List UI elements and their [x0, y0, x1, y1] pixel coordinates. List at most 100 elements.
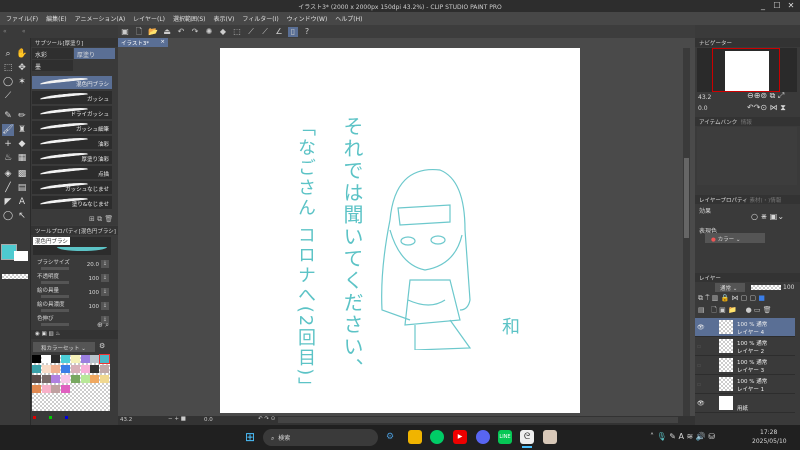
- property-slider[interactable]: [41, 295, 69, 298]
- tool-property-row[interactable]: 絵の具濃度 100 ⤓: [37, 300, 109, 313]
- close-button[interactable]: ✕: [786, 1, 796, 10]
- clip-studio-icon[interactable]: ᘓ: [520, 430, 534, 444]
- pencil-tool-icon[interactable]: ✏: [16, 110, 28, 122]
- youtube-icon[interactable]: ▶: [453, 430, 467, 444]
- color-panel-tabs[interactable]: ◉ ▣ ▥ ♨: [31, 330, 118, 339]
- lasso-tool-icon[interactable]: ◯: [2, 76, 14, 88]
- snap-grid-icon[interactable]: ∠: [274, 27, 284, 37]
- taskbar-search[interactable]: ⌕ 検索: [263, 429, 378, 446]
- color-set-settings-icon[interactable]: ⚙: [99, 342, 105, 350]
- edge-icon[interactable]: [430, 430, 444, 444]
- color-swatch[interactable]: [70, 355, 80, 363]
- color-swatch[interactable]: [98, 354, 110, 364]
- navigator-preview[interactable]: [697, 48, 797, 92]
- fill-icon[interactable]: ◆: [218, 27, 228, 37]
- visibility-toggle[interactable]: ▫: [697, 343, 701, 350]
- blend-tool-icon[interactable]: ♨: [2, 152, 14, 164]
- decoration-tool-icon[interactable]: +: [2, 138, 14, 150]
- color-swatch[interactable]: [61, 385, 71, 393]
- clear-selection-icon[interactable]: ✺: [204, 27, 214, 37]
- visibility-toggle[interactable]: ▫: [697, 362, 701, 369]
- minimize-button[interactable]: _: [758, 1, 768, 10]
- property-value[interactable]: 100: [89, 290, 100, 296]
- taskbar-date[interactable]: 2025/05/10: [752, 438, 787, 445]
- help-icon[interactable]: ?: [302, 27, 312, 37]
- brush-item[interactable]: 混色円ブラシ: [32, 76, 112, 90]
- property-value[interactable]: 100: [89, 276, 100, 282]
- color-swatch[interactable]: [51, 365, 61, 373]
- menu-help[interactable]: ヘルプ(H): [335, 14, 362, 23]
- layer-name[interactable]: レイヤー 4: [737, 328, 764, 336]
- layer-opacity-slider[interactable]: [751, 285, 781, 290]
- menu-edit[interactable]: 編集(E): [46, 14, 66, 23]
- brush-item[interactable]: 点描: [32, 166, 112, 180]
- app-icon[interactable]: ▣: [120, 27, 130, 37]
- color-swatch[interactable]: [61, 375, 71, 383]
- discord-icon[interactable]: [476, 430, 490, 444]
- pressure-icon[interactable]: ⤓: [101, 302, 109, 310]
- pressure-icon[interactable]: ⤓: [101, 274, 109, 282]
- property-slider[interactable]: [41, 309, 69, 312]
- brush-item[interactable]: 油彩: [32, 136, 112, 150]
- color-swatch[interactable]: [70, 375, 80, 383]
- layer-row[interactable]: 👁 100 % 通常 レイヤー 4: [695, 318, 795, 337]
- transform-icon[interactable]: ⬚: [232, 27, 242, 37]
- balloon-tool-icon[interactable]: ◯: [2, 210, 14, 222]
- undo-icon[interactable]: ↶: [176, 27, 186, 37]
- status-zoom-controls[interactable]: − + ■: [168, 416, 186, 422]
- color-swatch[interactable]: [51, 355, 61, 363]
- blend-mode-dropdown[interactable]: 通常 ⌄: [715, 283, 745, 292]
- color-swatch[interactable]: [80, 375, 90, 383]
- layer-name[interactable]: レイヤー 1: [737, 385, 764, 393]
- color-swatch[interactable]: [61, 365, 71, 373]
- color-swatch[interactable]: [80, 355, 90, 363]
- color-swatch[interactable]: [41, 375, 51, 383]
- drawing-canvas[interactable]: それでは聞いてください、 「なごさん コロナへ(2回目)」 和: [220, 48, 580, 413]
- taskbar-time[interactable]: 17:28: [760, 429, 777, 436]
- menu-filter[interactable]: フィルター(I): [242, 14, 278, 23]
- ruler-tool-icon[interactable]: ▤: [16, 182, 28, 194]
- layer-actions-row[interactable]: ▤ 🗋 ▣ 📁 ● ▭ 🗑: [698, 306, 772, 317]
- pen-tool-icon[interactable]: ✎: [2, 110, 14, 122]
- pressure-icon[interactable]: ⤓: [101, 260, 109, 268]
- canvas-horizontal-scrollbar[interactable]: [278, 417, 678, 423]
- color-swatch[interactable]: [51, 385, 61, 393]
- line-icon[interactable]: LINE: [498, 430, 512, 444]
- color-swatch[interactable]: [90, 355, 100, 363]
- color-swatch[interactable]: [41, 385, 51, 393]
- tray-icons[interactable]: ˄ 🎙 ✎ A ≋ 🔊 ⛁: [650, 432, 715, 441]
- layer-name[interactable]: レイヤー 2: [737, 347, 764, 355]
- color-swatch[interactable]: [41, 355, 51, 363]
- navigator-rotate-buttons[interactable]: ↶↷⊙ ⋈ ⧗: [747, 103, 786, 113]
- color-swatch[interactable]: [61, 355, 71, 363]
- settings-icon[interactable]: ⚙: [383, 430, 397, 444]
- tool-property-row[interactable]: ブラシサイズ 20.0 ⤓: [37, 258, 109, 271]
- navigator-zoom-value[interactable]: 43.2: [698, 94, 711, 101]
- snap-ruler-icon[interactable]: ⟋: [246, 27, 256, 37]
- color-swatch[interactable]: [32, 375, 41, 383]
- tool-property-row[interactable]: 絵の具量 100 ⤓: [37, 286, 109, 299]
- menu-selection[interactable]: 選択範囲(S): [173, 14, 206, 23]
- status-rotate-controls[interactable]: ↶ ↷ ⊙: [258, 416, 275, 422]
- airbrush-tool-icon[interactable]: ♜: [16, 124, 28, 136]
- brush-item[interactable]: 厚塗り油彩: [32, 151, 112, 165]
- brush-item[interactable]: 塗り&なじませ: [32, 196, 112, 210]
- color-swatch[interactable]: [32, 355, 41, 363]
- property-slider[interactable]: [41, 281, 69, 284]
- status-rotation[interactable]: 0.0: [204, 417, 213, 423]
- layer-name[interactable]: レイヤー 3: [737, 366, 764, 374]
- color-swatch[interactable]: [99, 365, 109, 373]
- left-panel-collapse-bar[interactable]: « «: [0, 25, 118, 38]
- document-tab[interactable]: イラスト3* ×: [118, 38, 168, 47]
- property-settings-icons[interactable]: ⊕ ⌕: [97, 321, 109, 330]
- layer-name[interactable]: 用紙: [737, 404, 748, 412]
- figure-tool-icon[interactable]: ╱: [2, 182, 14, 194]
- color-swatch[interactable]: [80, 365, 90, 373]
- brush-item[interactable]: ドライガッシュ: [32, 106, 112, 120]
- color-set-dropdown[interactable]: 和カラーセット ⌄: [33, 342, 95, 352]
- effect-buttons[interactable]: ○ ⋇ ▣⌄: [751, 212, 784, 221]
- color-swatch[interactable]: [41, 365, 51, 373]
- app-thumbnail-icon[interactable]: [543, 430, 557, 444]
- brush-item[interactable]: ガッシュ細筆: [32, 121, 112, 135]
- windows-start-icon[interactable]: ⊞: [243, 430, 257, 444]
